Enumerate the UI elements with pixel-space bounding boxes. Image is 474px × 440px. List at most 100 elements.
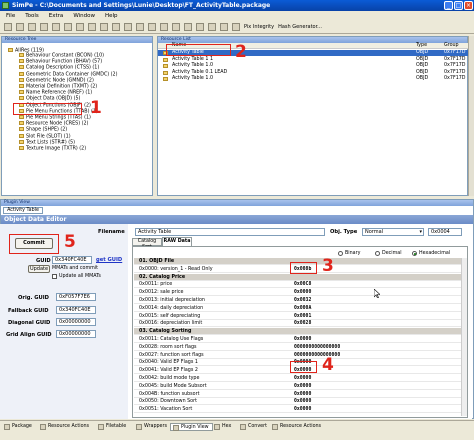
grid-value[interactable]: 0x0032	[294, 297, 311, 304]
grid-value[interactable]: 0x0028	[294, 320, 311, 327]
grid-row[interactable]: 0x0015: self depreciating 0x0001	[134, 313, 461, 320]
bottom-tab[interactable]: Plugin View	[170, 423, 213, 431]
tool-icon-9[interactable]	[184, 23, 192, 31]
search-icon[interactable]	[76, 23, 84, 31]
resource-row[interactable]: Activity Table 0.1 LEAD OBJD 0x7F17D	[158, 70, 468, 76]
grid-value[interactable]: 0x0000	[294, 289, 311, 296]
radio-decimal[interactable]	[375, 251, 380, 256]
bottom-tab[interactable]: Resource Actions	[270, 423, 324, 431]
tree-item[interactable]: Shape (SHPE) (2)	[19, 127, 67, 133]
pix-integrity-icon[interactable]	[232, 23, 240, 31]
diagonal-guid-field[interactable]: 0x00000000	[56, 318, 96, 326]
gridalign-guid-field[interactable]: 0x00000000	[56, 330, 96, 338]
tab-activity-table[interactable]: Activity Table	[3, 207, 43, 214]
tree-item[interactable]: Geometric Node (GMND) (2)	[19, 77, 94, 84]
bottom-tab[interactable]: Hex	[212, 423, 234, 431]
close-package-icon[interactable]	[40, 23, 48, 31]
filename-field[interactable]: Activity Table	[135, 228, 325, 236]
grid-scrollbar[interactable]	[461, 258, 467, 416]
grid-row[interactable]: 0x0013: initial depreciation 0x0032	[134, 297, 461, 304]
tree-item[interactable]: Behaviour Function (BHAV) (57)	[19, 59, 102, 65]
grid-value[interactable]: 0000000000000000	[294, 344, 340, 351]
grid-row[interactable]: 0x0027: function sort flags 0000000000000…	[134, 352, 461, 359]
tab-raw-data[interactable]: RAW Data	[162, 237, 192, 246]
tool-icon-4[interactable]	[124, 23, 132, 31]
tool-icon-5[interactable]	[136, 23, 144, 31]
bottom-tab[interactable]: Filetable	[96, 423, 129, 431]
tool-icon-12[interactable]	[220, 23, 228, 31]
grid-value[interactable]: 0x0000	[294, 375, 311, 382]
grid-value[interactable]: 0x0001	[294, 313, 311, 320]
grid-row[interactable]: 0x0012: sale price 0x0000	[134, 289, 461, 297]
close-icon[interactable]: ×	[464, 1, 473, 10]
tree-item[interactable]: Text Lists (STR#) (5)	[19, 139, 75, 146]
tool-icon-6[interactable]	[148, 23, 156, 31]
new-icon[interactable]	[4, 23, 12, 31]
grid-row[interactable]: 0x0011: price 0x00C8	[134, 281, 461, 289]
bottom-tab[interactable]: Package	[2, 423, 35, 431]
refresh-icon[interactable]	[52, 23, 60, 31]
radio-hexadecimal[interactable]	[412, 251, 417, 256]
tree-item[interactable]: Behaviour Constant (BCON) (10)	[19, 53, 104, 59]
guid-field[interactable]: 0x340FC40E	[52, 256, 92, 264]
grid-row[interactable]: 0x0011: Catalog Use Flags 0x0000	[134, 336, 461, 343]
grid-row[interactable]: 0x0014: daily depreciation 0x000A	[134, 305, 461, 312]
grid-row[interactable]: 0x0016: depreciation limit 0x0028	[134, 320, 461, 328]
grid-value[interactable]: 0x0000	[294, 398, 311, 405]
grid-row[interactable]: 0x004B: function subsort 0x0000	[134, 391, 461, 398]
tree-item[interactable]: Object Data (OBJD) (5)	[19, 96, 80, 102]
update-button[interactable]: Update	[28, 265, 50, 273]
grid-value[interactable]: 0x00C8	[294, 281, 311, 288]
tool-icon-8[interactable]	[172, 23, 180, 31]
tree-item[interactable]: Geometric Data Container (GMDC) (2)	[19, 71, 117, 78]
maximize-icon[interactable]: □	[454, 1, 463, 10]
fallback-guid-field[interactable]: 0x340FC40E	[56, 306, 96, 314]
tree-item[interactable]: Name Reference (NREF) (1)	[19, 90, 92, 96]
tree-item[interactable]: Material Definition (TXMT) (2)	[19, 84, 97, 90]
grid-value[interactable]: 0x0000	[294, 383, 311, 390]
tree-item[interactable]: Slot File (SLOT) (1)	[19, 133, 71, 140]
tab-catalog-sort[interactable]: Catalog Sort	[132, 238, 162, 250]
save-icon[interactable]	[28, 23, 36, 31]
bottom-tab[interactable]: Convert	[238, 423, 270, 431]
column-type[interactable]: Type	[416, 43, 427, 49]
radio-binary[interactable]	[338, 251, 343, 256]
tool-icon-11[interactable]	[208, 23, 216, 31]
menu-help[interactable]: Help	[105, 13, 118, 21]
tool-icon-2[interactable]	[100, 23, 108, 31]
pix-integrity-button[interactable]: Pix Integrity	[244, 24, 274, 30]
tool-icon-10[interactable]	[196, 23, 204, 31]
tool-icon-7[interactable]	[160, 23, 168, 31]
grid-row[interactable]: 0x0051: Vacation Sort 0x0000	[134, 406, 461, 414]
menu-file[interactable]: File	[6, 13, 15, 21]
bottom-tab[interactable]: Wrappers	[134, 423, 170, 431]
objtype-select[interactable]: Normal ▾	[362, 228, 424, 236]
bottom-tab[interactable]: Resource Actions	[38, 423, 92, 431]
grid-value[interactable]: 0x0000	[294, 391, 311, 398]
open-icon[interactable]	[16, 23, 24, 31]
resource-row[interactable]: Activity Table 1.0 OBJD 0x7F17D	[158, 76, 468, 82]
resource-row[interactable]: Activity Table 1 1 OBJD 0x7F17D	[158, 57, 468, 63]
update-mmat-checkbox[interactable]	[52, 274, 57, 279]
tool-icon-1[interactable]	[88, 23, 96, 31]
hash-generator-button[interactable]: Hash Generator...	[278, 24, 322, 30]
resource-row[interactable]: Activity Table 1.0 OBJD 0x7F17D	[158, 63, 468, 69]
grid-row[interactable]: 0x0050: Downtown Sort 0x0000	[134, 398, 461, 406]
menu-tools[interactable]: Tools	[25, 13, 39, 21]
filter-icon[interactable]	[64, 23, 72, 31]
grid-value[interactable]: 0x0000	[294, 336, 311, 343]
minimize-icon[interactable]: _	[444, 1, 453, 10]
tree-item[interactable]: Pie Menu Strings (TTAs) (1)	[19, 115, 91, 121]
menu-extra[interactable]: Extra	[49, 13, 64, 21]
tree-item[interactable]: Catalog Description (CTSS) (1)	[19, 65, 99, 71]
tree-item[interactable]: Resource Node (CRES) (2)	[19, 121, 88, 127]
objtype-hex-field[interactable]: 0x0004	[428, 228, 462, 236]
grid-row[interactable]: 0x0045: build Mode Subsort 0x0000	[134, 383, 461, 390]
tool-icon-3[interactable]	[112, 23, 120, 31]
menu-window[interactable]: Window	[73, 13, 95, 21]
orig-guid-field[interactable]: 0xF057F7E6	[56, 293, 96, 301]
grid-value[interactable]: 0x000A	[294, 305, 311, 312]
column-group[interactable]: Group	[444, 43, 459, 49]
grid-row[interactable]: 0x0042: build mode type 0x0000	[134, 375, 461, 382]
tree-item[interactable]: Texture Image (TXTR) (2)	[19, 146, 86, 152]
